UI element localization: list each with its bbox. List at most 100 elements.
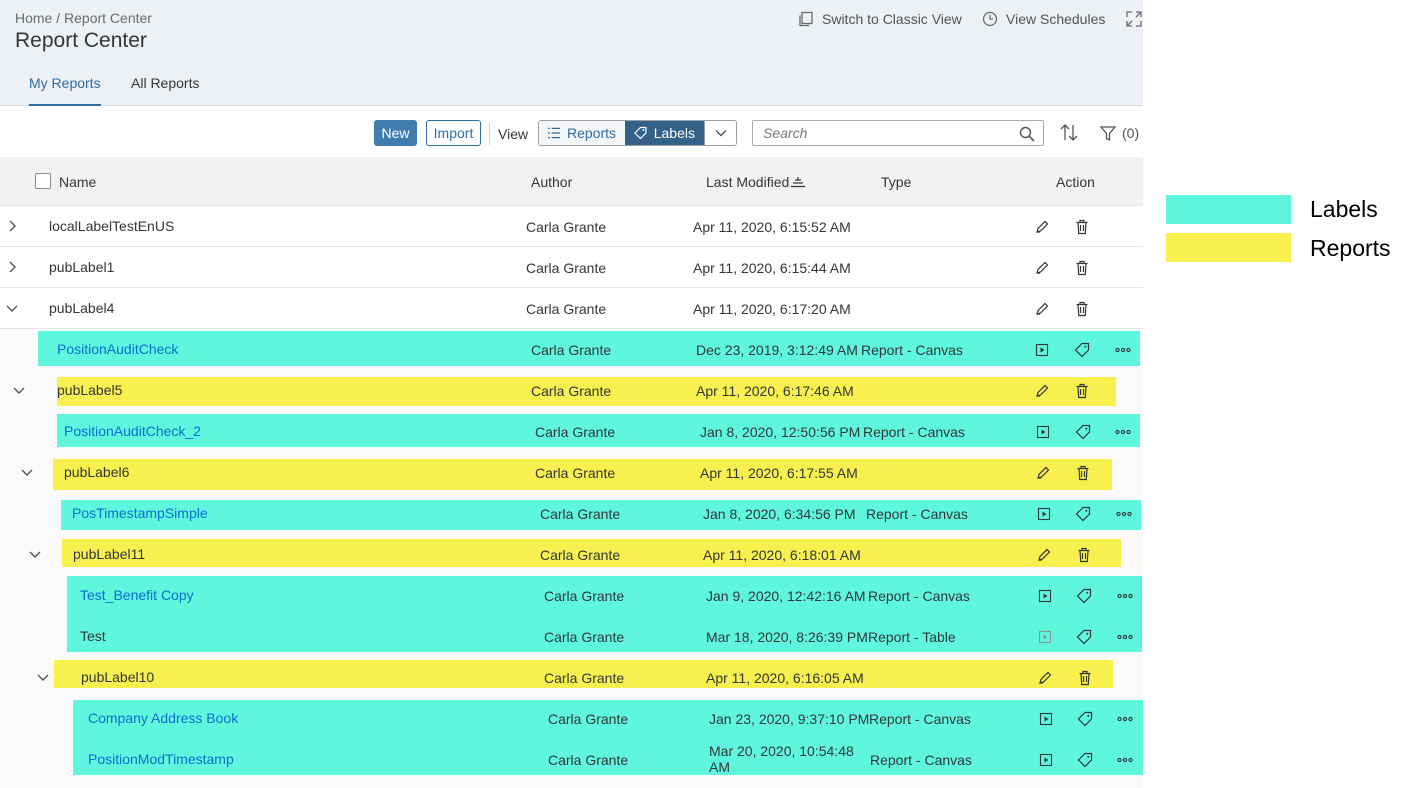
row-name-link[interactable]: PositionAuditCheck bbox=[57, 341, 178, 357]
sort-icon[interactable] bbox=[1060, 124, 1078, 141]
row-name-link[interactable]: PositionAuditCheck_2 bbox=[64, 423, 201, 439]
table-row[interactable]: pubLabel4 Carla Grante Apr 11, 2020, 6:1… bbox=[0, 288, 1143, 329]
fullscreen-button[interactable] bbox=[1126, 11, 1142, 27]
table-row[interactable]: pubLabel10 Carla Grante Apr 11, 2020, 6:… bbox=[0, 657, 1143, 698]
delete-icon[interactable] bbox=[1076, 547, 1092, 563]
delete-icon[interactable] bbox=[1077, 670, 1093, 686]
more-icon[interactable] bbox=[1115, 424, 1131, 440]
row-author: Carla Grante bbox=[540, 506, 621, 522]
column-header-last-modified[interactable]: Last Modified bbox=[706, 174, 806, 190]
table-row[interactable]: pubLabel6 Carla Grante Apr 11, 2020, 6:1… bbox=[0, 452, 1143, 493]
more-icon[interactable] bbox=[1117, 711, 1133, 727]
row-modified: Apr 11, 2020, 6:15:52 AM bbox=[693, 219, 851, 235]
pencil-icon[interactable] bbox=[1034, 301, 1050, 317]
column-header-last-modified-label: Last Modified bbox=[706, 174, 790, 190]
delete-icon[interactable] bbox=[1074, 301, 1090, 317]
sort-ascending-icon bbox=[791, 177, 806, 188]
chevron-right-icon[interactable] bbox=[6, 261, 18, 273]
column-header-name[interactable]: Name bbox=[59, 174, 96, 190]
legend-swatch-reports bbox=[1166, 233, 1291, 262]
tab-my-reports[interactable]: My Reports bbox=[29, 75, 101, 106]
view-dropdown-toggle[interactable] bbox=[704, 121, 736, 145]
pencil-icon[interactable] bbox=[1037, 670, 1053, 686]
switch-classic-view-button[interactable]: Switch to Classic View bbox=[798, 11, 962, 27]
view-schedules-button[interactable]: View Schedules bbox=[982, 11, 1105, 27]
row-name: pubLabel6 bbox=[64, 464, 130, 480]
row-modified: Jan 8, 2020, 12:50:56 PM bbox=[700, 424, 861, 440]
chevron-right-icon[interactable] bbox=[6, 220, 18, 232]
run-icon[interactable] bbox=[1038, 752, 1054, 768]
row-name-link[interactable]: PosTimestampSimple bbox=[72, 505, 208, 521]
row-name: pubLabel1 bbox=[49, 259, 115, 275]
chevron-down-icon[interactable] bbox=[21, 466, 33, 478]
run-icon[interactable] bbox=[1038, 711, 1054, 727]
pencil-icon[interactable] bbox=[1035, 465, 1051, 481]
column-header-action: Action bbox=[1056, 174, 1095, 190]
table-row[interactable]: Test_Benefit Copy Carla Grante Jan 9, 20… bbox=[0, 575, 1143, 616]
pencil-icon[interactable] bbox=[1036, 547, 1052, 563]
pencil-icon[interactable] bbox=[1034, 260, 1050, 276]
view-labels-label: Labels bbox=[653, 125, 695, 141]
run-icon[interactable] bbox=[1037, 588, 1053, 604]
run-icon[interactable] bbox=[1034, 342, 1050, 358]
row-name-link[interactable]: PositionModTimestamp bbox=[88, 751, 234, 767]
view-reports-option[interactable]: Reports bbox=[539, 121, 625, 145]
search-input[interactable] bbox=[753, 121, 1013, 145]
row-type: Report - Canvas bbox=[868, 588, 970, 604]
table-row[interactable]: PositionAuditCheck Carla Grante Dec 23, … bbox=[0, 329, 1143, 370]
delete-icon[interactable] bbox=[1074, 383, 1090, 399]
row-modified: Apr 11, 2020, 6:17:20 AM bbox=[693, 301, 851, 317]
more-icon[interactable] bbox=[1117, 588, 1133, 604]
row-name-link[interactable]: Test_Benefit Copy bbox=[80, 587, 194, 603]
row-name-link[interactable]: Company Address Book bbox=[88, 710, 238, 726]
tag-icon[interactable] bbox=[1075, 424, 1091, 440]
table-row[interactable]: pubLabel5 Carla Grante Apr 11, 2020, 6:1… bbox=[0, 370, 1143, 411]
tag-icon[interactable] bbox=[1074, 342, 1090, 358]
list-icon bbox=[548, 127, 561, 139]
filter-button[interactable]: (0) bbox=[1100, 125, 1139, 141]
new-button[interactable]: New bbox=[374, 120, 417, 146]
row-name: Test bbox=[80, 628, 106, 644]
more-icon[interactable] bbox=[1116, 506, 1132, 522]
table-row[interactable]: localLabelTestEnUS Carla Grante Apr 11, … bbox=[0, 206, 1143, 247]
tag-icon[interactable] bbox=[1075, 506, 1091, 522]
row-type: Report - Table bbox=[868, 629, 956, 645]
chevron-down-icon[interactable] bbox=[6, 302, 18, 314]
tag-icon[interactable] bbox=[1077, 711, 1093, 727]
tag-icon[interactable] bbox=[1076, 588, 1092, 604]
more-icon[interactable] bbox=[1117, 752, 1133, 768]
row-modified: Apr 11, 2020, 6:17:46 AM bbox=[696, 383, 854, 399]
table-row[interactable]: Company Address Book Carla Grante Jan 23… bbox=[0, 698, 1143, 739]
chevron-down-icon[interactable] bbox=[13, 384, 25, 396]
table-row[interactable]: pubLabel11 Carla Grante Apr 11, 2020, 6:… bbox=[0, 534, 1143, 575]
search-icon[interactable] bbox=[1019, 126, 1035, 142]
breadcrumb[interactable]: Home / Report Center bbox=[15, 10, 152, 26]
delete-icon[interactable] bbox=[1074, 260, 1090, 276]
column-header-type[interactable]: Type bbox=[881, 174, 911, 190]
more-icon[interactable] bbox=[1115, 342, 1131, 358]
filter-icon bbox=[1100, 125, 1116, 141]
tag-icon[interactable] bbox=[1077, 752, 1093, 768]
table-row[interactable]: Test Carla Grante Mar 18, 2020, 8:26:39 … bbox=[0, 616, 1143, 657]
run-icon[interactable] bbox=[1036, 506, 1052, 522]
select-all-checkbox[interactable] bbox=[35, 173, 51, 189]
table-row[interactable]: PositionAuditCheck_2 Carla Grante Jan 8,… bbox=[0, 411, 1143, 452]
table-row[interactable]: pubLabel1 Carla Grante Apr 11, 2020, 6:1… bbox=[0, 247, 1143, 288]
tab-all-reports[interactable]: All Reports bbox=[131, 75, 199, 91]
pencil-icon[interactable] bbox=[1034, 383, 1050, 399]
expand-icon bbox=[1126, 11, 1142, 27]
table-row[interactable]: PosTimestampSimple Carla Grante Jan 8, 2… bbox=[0, 493, 1143, 534]
delete-icon[interactable] bbox=[1075, 465, 1091, 481]
view-label: View bbox=[498, 126, 529, 142]
import-button[interactable]: Import bbox=[426, 120, 481, 146]
table-row[interactable]: PositionModTimestamp Carla Grante Mar 20… bbox=[0, 739, 1143, 780]
pencil-icon[interactable] bbox=[1034, 219, 1050, 235]
tag-icon[interactable] bbox=[1076, 629, 1092, 645]
delete-icon[interactable] bbox=[1074, 219, 1090, 235]
column-header-author[interactable]: Author bbox=[531, 174, 572, 190]
chevron-down-icon[interactable] bbox=[29, 548, 41, 560]
more-icon[interactable] bbox=[1117, 629, 1133, 645]
chevron-down-icon[interactable] bbox=[37, 671, 49, 683]
view-labels-option[interactable]: Labels bbox=[625, 121, 704, 145]
run-icon[interactable] bbox=[1035, 424, 1051, 440]
